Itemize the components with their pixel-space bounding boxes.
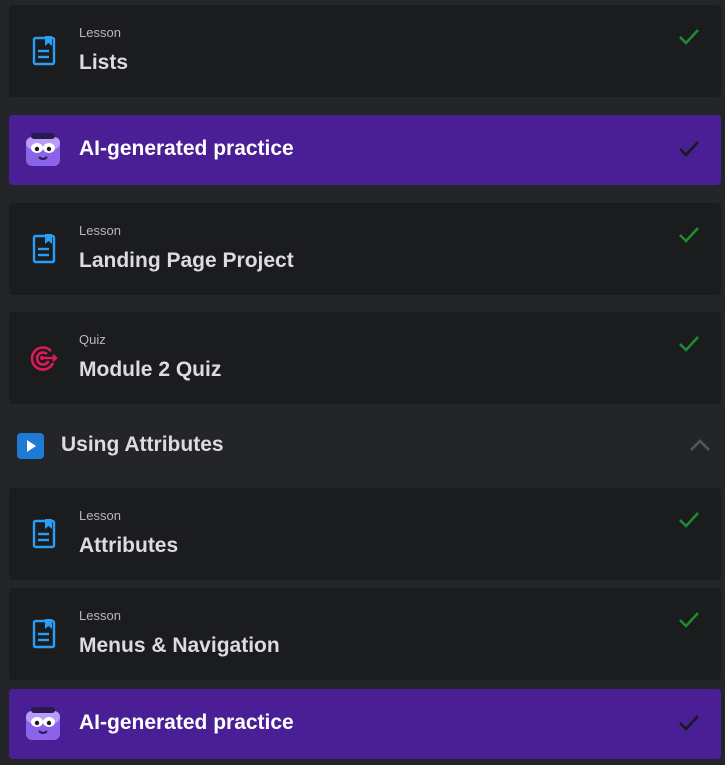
lesson-item-landing-page-project[interactable]: Lesson Landing Page Project	[9, 203, 721, 295]
check-icon	[679, 715, 699, 731]
item-kind: Quiz	[79, 332, 106, 347]
item-title: Menus & Navigation	[79, 634, 280, 657]
check-icon	[679, 336, 699, 352]
item-kind: Lesson	[79, 25, 121, 40]
check-icon	[679, 141, 699, 157]
lesson-icon	[29, 519, 59, 549]
lesson-item-attributes[interactable]: Lesson Attributes	[9, 488, 721, 580]
quiz-item-module-2[interactable]: Quiz Module 2 Quiz	[9, 312, 721, 404]
section-title: Using Attributes	[61, 433, 224, 456]
check-icon	[679, 29, 699, 45]
check-icon	[679, 512, 699, 528]
ai-practice-item[interactable]: AI-generated practice	[9, 115, 721, 185]
item-kind: Lesson	[79, 223, 121, 238]
chevron-up-icon[interactable]	[689, 437, 711, 453]
check-icon	[679, 227, 699, 243]
robot-mascot-icon	[25, 707, 61, 741]
section-header-using-attributes[interactable]: Using Attributes	[0, 413, 725, 478]
item-title: Lists	[79, 51, 129, 74]
ai-practice-item[interactable]: AI-generated practice	[9, 689, 721, 759]
item-title: AI-generated practice	[79, 711, 294, 734]
course-outline: Lesson Lists AI-generated practice Lesso…	[0, 0, 725, 765]
lesson-item-lists[interactable]: Lesson Lists	[9, 5, 721, 97]
robot-mascot-icon	[25, 133, 61, 167]
lesson-icon	[29, 36, 59, 66]
lesson-item-menus-navigation[interactable]: Lesson Menus & Navigation	[9, 588, 721, 680]
item-title: Module 2 Quiz	[79, 358, 222, 381]
item-title: AI-generated practice	[79, 137, 294, 160]
lesson-icon	[29, 234, 59, 264]
item-kind: Lesson	[79, 508, 121, 523]
item-kind: Lesson	[79, 608, 121, 623]
lesson-icon	[29, 619, 59, 649]
item-title: Attributes	[79, 534, 179, 557]
check-icon	[679, 612, 699, 628]
video-play-icon	[17, 433, 44, 459]
item-title: Landing Page Project	[79, 249, 294, 272]
quiz-target-icon	[29, 343, 59, 373]
